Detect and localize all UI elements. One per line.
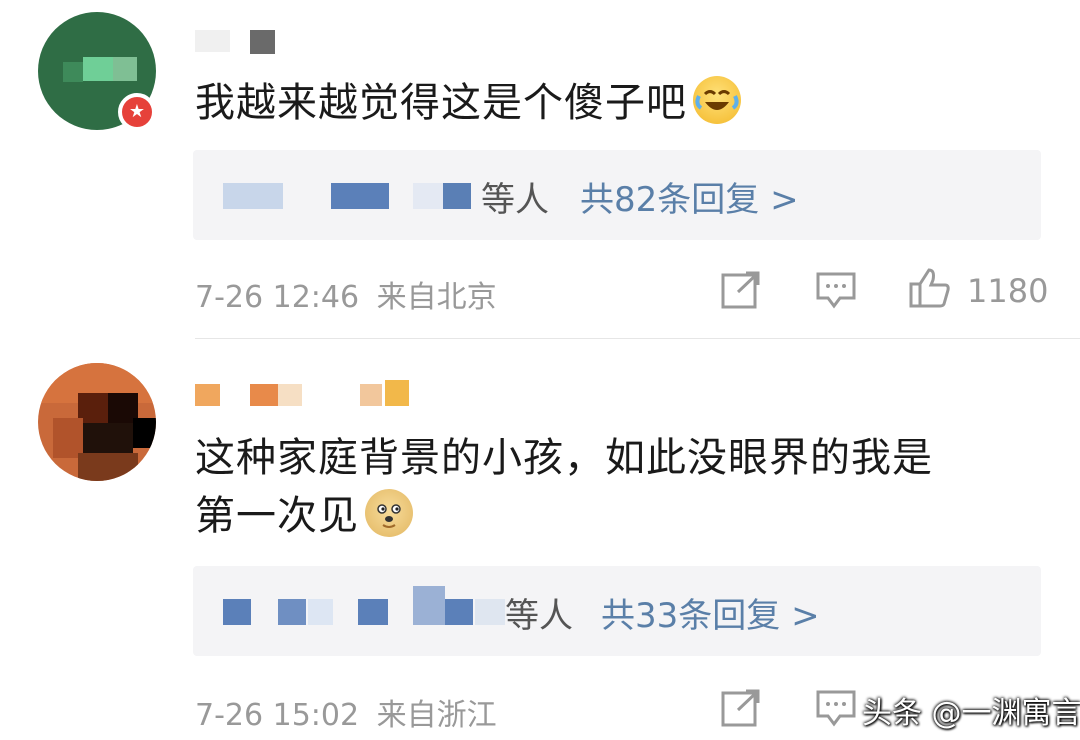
comment-icon[interactable] (815, 688, 857, 732)
comment-item: ★ 我越来越觉得这是个傻子吧 等人 共82条回复 > 7-26 12:46 来自… (0, 0, 1080, 330)
comment-text: 我越来越觉得这是个傻子吧 (195, 75, 741, 131)
username-blurred[interactable] (195, 380, 415, 406)
avatar[interactable] (38, 363, 156, 481)
comment-item: 这种家庭背景的小孩，如此没眼界的我是 第一次见 等人 共33条回复 > 7-26… (0, 340, 1080, 740)
like-icon[interactable] (907, 266, 951, 314)
reply-summary[interactable]: 等人 共82条回复 > (193, 150, 1041, 240)
laughing-crying-emoji (693, 76, 741, 124)
comment-meta: 7-26 15:02 来自浙江 (195, 690, 497, 734)
like-count: 1180 (967, 272, 1049, 310)
reply-users-label: 等人 (505, 596, 573, 636)
timestamp: 7-26 12:46 (195, 280, 360, 315)
doge-emoji (365, 489, 413, 537)
comment-icon[interactable] (815, 270, 857, 314)
comment-text: 这种家庭背景的小孩，如此没眼界的我是 第一次见 (195, 435, 933, 539)
comment-meta: 7-26 12:46 来自北京 (195, 272, 497, 316)
watermark: 头条 @一渊寓言 (862, 696, 1080, 731)
reply-summary[interactable]: 等人 共33条回复 > (193, 566, 1041, 656)
vip-badge-icon: ★ (118, 93, 156, 131)
timestamp: 7-26 15:02 (195, 698, 360, 733)
share-icon[interactable] (720, 270, 762, 314)
share-icon[interactable] (720, 688, 762, 732)
reply-users-label: 等人 (481, 180, 549, 220)
username-blurred[interactable] (195, 30, 285, 54)
location: 来自浙江 (376, 698, 497, 733)
reply-count-link[interactable]: 共33条回复 > (601, 588, 820, 637)
divider (195, 338, 1080, 339)
location: 来自北京 (376, 280, 497, 315)
reply-count-link[interactable]: 共82条回复 > (580, 172, 799, 221)
